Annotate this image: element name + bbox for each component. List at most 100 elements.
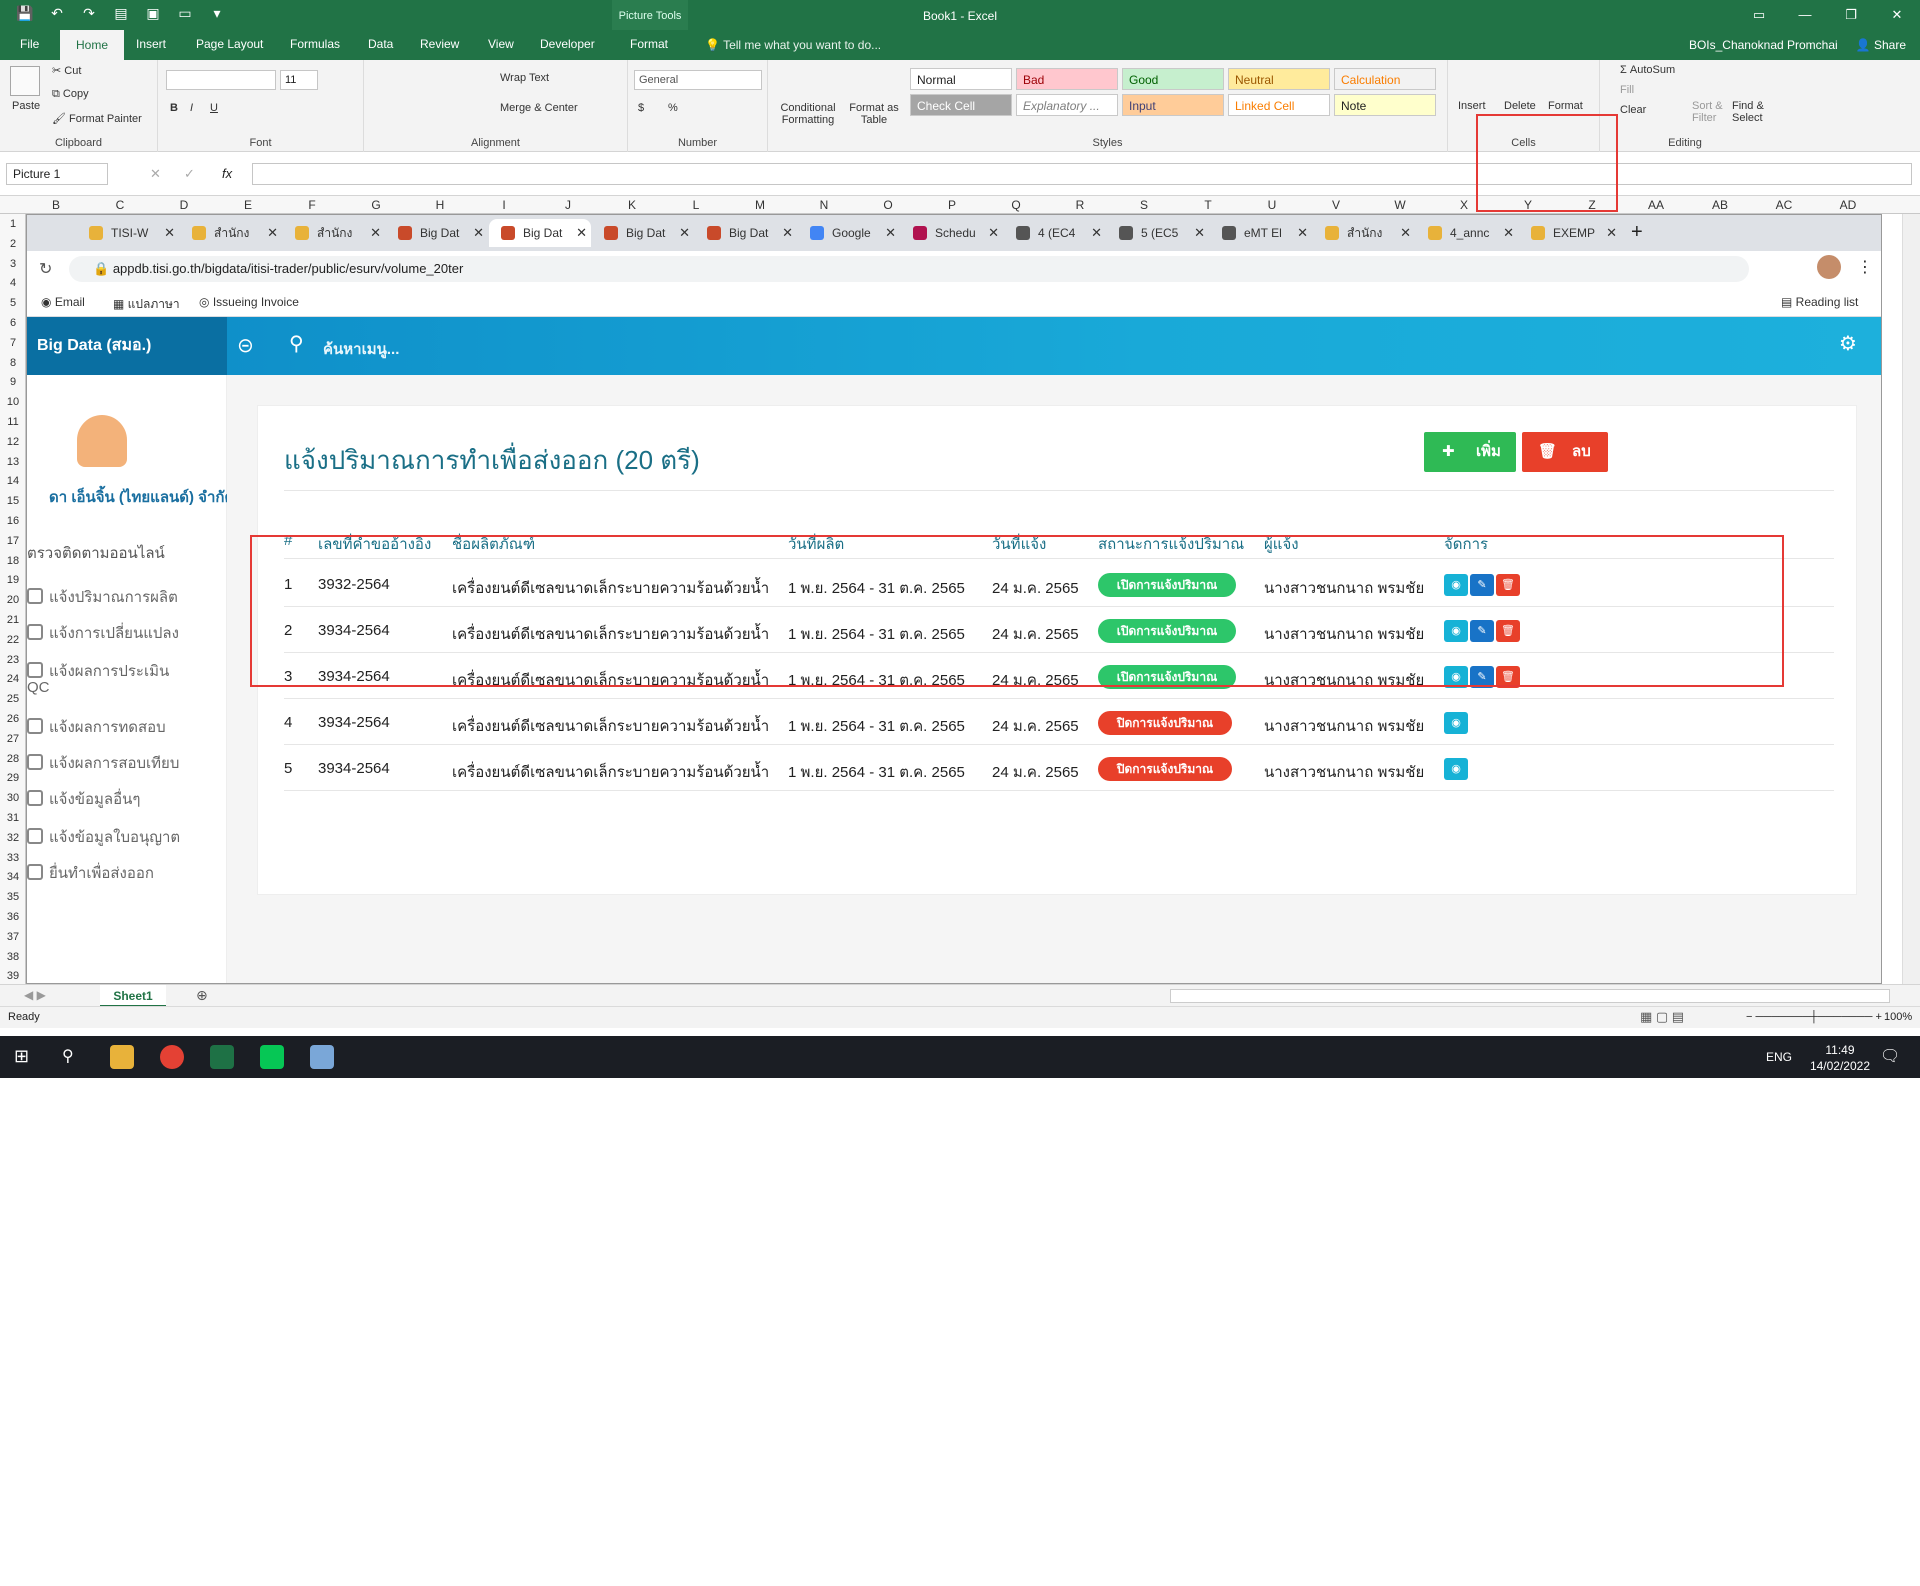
row-header-27[interactable]: 27 [0,733,26,745]
new-sheet-icon[interactable]: ⊕ [196,987,208,1004]
sidebar-item[interactable]: ยื่นทำเพื่อส่งออก [27,861,154,885]
clock[interactable]: 11:49 14/02/2022 [1810,1042,1870,1074]
sidebar-item[interactable]: แจ้งปริมาณการผลิต [27,585,178,609]
cut-button[interactable]: ✂ Cut [52,64,81,77]
table-row[interactable]: 5 3934-2564 เครื่องยนต์ดีเซลขนาดเล็กระบายค… [258,757,1858,806]
tab-close-icon[interactable]: ✕ [267,219,278,247]
sidebar-item[interactable]: แจ้งผลการสอบเทียบ [27,751,179,775]
tab-review[interactable]: Review [420,37,459,51]
chrome-icon[interactable] [160,1045,184,1069]
row-header-21[interactable]: 21 [0,614,26,626]
tab-close-icon[interactable]: ✕ [679,219,690,247]
column-header-H[interactable]: H [420,198,460,212]
tab-close-icon[interactable]: ✕ [988,219,999,247]
browser-tab[interactable]: Big Dat ✕ [386,219,488,247]
column-header-V[interactable]: V [1316,198,1356,212]
row-header-14[interactable]: 14 [0,475,26,487]
ribbon-display-icon[interactable]: ▭ [1736,0,1782,30]
menu-search-input[interactable]: ค้นหาเมนู... [323,337,399,361]
tab-close-icon[interactable]: ✕ [1606,219,1617,247]
reload-icon[interactable]: ↻ [39,259,52,279]
style-cell-5[interactable]: Check Cell [910,94,1012,116]
row-header-3[interactable]: 3 [0,258,26,270]
column-header-O[interactable]: O [868,198,908,212]
zoom-slider[interactable]: − ───────┼─────── + [1746,1011,1882,1023]
language-indicator[interactable]: ENG [1766,1050,1792,1064]
row-header-32[interactable]: 32 [0,832,26,844]
paste-button[interactable]: Paste [12,100,40,112]
bookmark-email[interactable]: ◉ Email [41,295,85,309]
insert-function-icon[interactable]: fx [222,166,232,181]
windows-start-icon[interactable]: ⊞ [14,1046,29,1067]
row-header-2[interactable]: 2 [0,238,26,250]
format-painter-button[interactable]: 🖌 Format Painter [52,112,142,125]
style-cell-4[interactable]: Calculation [1334,68,1436,90]
close-icon[interactable]: ✕ [1874,0,1920,30]
style-cell-3[interactable]: Neutral [1228,68,1330,90]
vertical-scrollbar[interactable] [1902,214,1920,984]
zoom-level[interactable]: 100% [1884,1011,1912,1023]
italic-icon[interactable]: I [190,102,193,114]
column-header-K[interactable]: K [612,198,652,212]
insert-cells-button[interactable]: Insert [1458,100,1486,112]
column-header-J[interactable]: J [548,198,588,212]
row-header-26[interactable]: 26 [0,713,26,725]
tab-close-icon[interactable]: ✕ [1091,219,1102,247]
sidebar-item[interactable]: แจ้งข้อมูลอื่นๆ [27,787,140,811]
browser-tab[interactable]: สำนักง ✕ [180,219,282,247]
currency-icon[interactable]: $ [638,102,644,114]
fill-button[interactable]: Fill [1620,84,1634,96]
tab-close-icon[interactable]: ✕ [1297,219,1308,247]
search-icon[interactable]: ⚲ [289,331,304,356]
view-action-button[interactable]: ◉ [1444,758,1468,780]
tab-close-icon[interactable]: ✕ [885,219,896,247]
tab-close-icon[interactable]: ✕ [782,219,793,247]
style-cell-2[interactable]: Good [1122,68,1224,90]
clear-button[interactable]: Clear [1620,104,1646,116]
column-header-T[interactable]: T [1188,198,1228,212]
conditional-formatting-button[interactable]: Conditional Formatting [776,102,840,126]
column-header-P[interactable]: P [932,198,972,212]
row-header-23[interactable]: 23 [0,654,26,666]
bookmark-translate[interactable]: ▦ แปลภาษา [113,295,180,314]
row-header-29[interactable]: 29 [0,772,26,784]
tab-view[interactable]: View [488,37,514,51]
column-header-I[interactable]: I [484,198,524,212]
browser-tab[interactable]: Big Dat ✕ [695,219,797,247]
row-header-11[interactable]: 11 [0,416,26,428]
row-header-39[interactable]: 39 [0,970,26,982]
style-cell-8[interactable]: Linked Cell [1228,94,1330,116]
add-button[interactable]: ✚ เพิ่ม [1424,432,1516,472]
tab-close-icon[interactable]: ✕ [370,219,381,247]
row-header-36[interactable]: 36 [0,911,26,923]
url-field[interactable]: 🔒 appdb.tisi.go.th/bigdata/itisi-trader/… [69,256,1749,282]
wrap-text-button[interactable]: Wrap Text [500,72,549,84]
column-header-E[interactable]: E [228,198,268,212]
row-header-28[interactable]: 28 [0,753,26,765]
paint-icon[interactable] [310,1045,334,1069]
column-header-D[interactable]: D [164,198,204,212]
delete-cells-button[interactable]: Delete [1504,100,1536,112]
bookmark-issueing-invoice[interactable]: ◎ Issueing Invoice [199,295,299,309]
row-header-37[interactable]: 37 [0,931,26,943]
tab-close-icon[interactable]: ✕ [1194,219,1205,247]
column-header-Q[interactable]: Q [996,198,1036,212]
tab-close-icon[interactable]: ✕ [1400,219,1411,247]
autosum-button[interactable]: Σ AutoSum [1620,64,1675,76]
column-header-AA[interactable]: AA [1636,198,1676,212]
merge-center-button[interactable]: Merge & Center [500,102,578,114]
row-header-25[interactable]: 25 [0,693,26,705]
tab-close-icon[interactable]: ✕ [473,219,484,247]
browser-tab[interactable]: Google ✕ [798,219,900,247]
search-taskbar-icon[interactable]: ⚲ [62,1046,74,1066]
browser-tab[interactable]: Schedu ✕ [901,219,1003,247]
browser-tab[interactable]: eMT El ✕ [1210,219,1312,247]
browser-tab[interactable]: 4 (EC4 ✕ [1004,219,1106,247]
style-cell-6[interactable]: Explanatory ... [1016,94,1118,116]
sidebar-item[interactable]: QC [27,679,50,696]
browser-tab[interactable]: สำนักง ✕ [1313,219,1415,247]
sidebar-item[interactable]: แจ้งการเปลี่ยนแปลง [27,621,179,645]
tab-insert[interactable]: Insert [136,37,166,51]
profile-avatar[interactable] [1817,255,1841,279]
sidebar-item[interactable]: แจ้งผลการทดสอบ [27,715,166,739]
